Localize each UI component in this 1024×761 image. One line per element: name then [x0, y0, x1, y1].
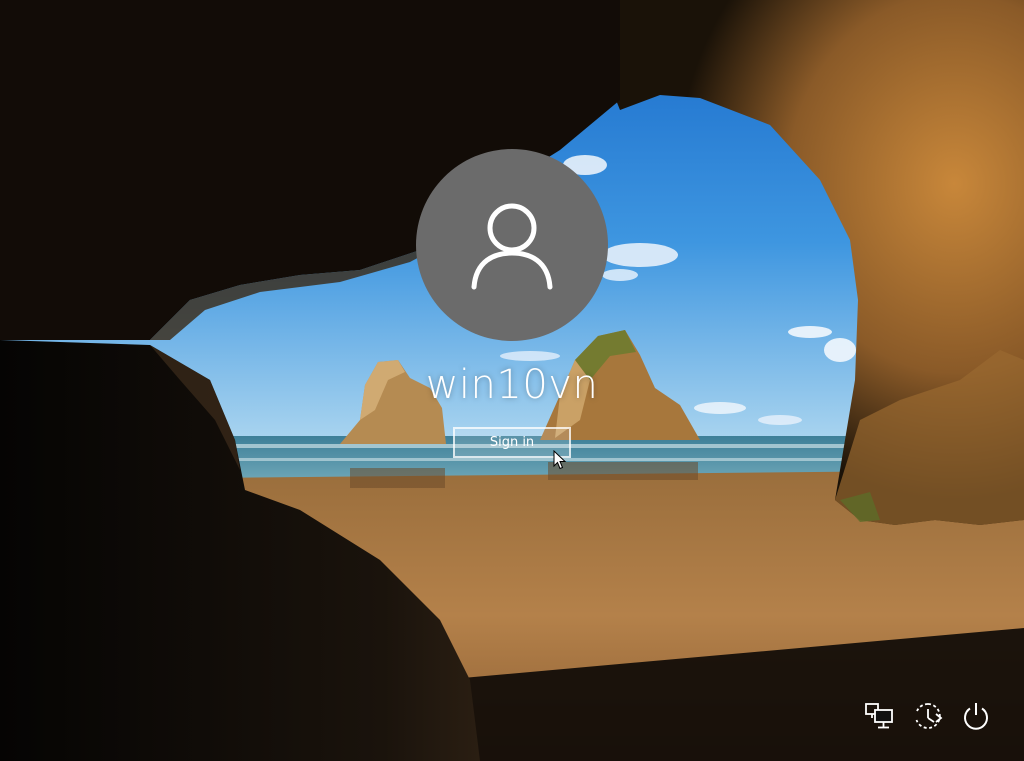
network-button[interactable]	[862, 699, 896, 733]
user-silhouette-icon	[471, 203, 553, 290]
power-button[interactable]	[959, 699, 993, 733]
username-label: win10vn	[425, 362, 599, 408]
ease-of-access-icon	[915, 703, 943, 729]
ease-of-access-button[interactable]	[911, 699, 945, 733]
login-screen: win10vn Sign in	[0, 0, 1024, 761]
user-avatar	[416, 149, 608, 341]
network-icon	[865, 703, 893, 729]
mouse-cursor-icon	[553, 450, 567, 470]
power-icon	[964, 703, 988, 730]
